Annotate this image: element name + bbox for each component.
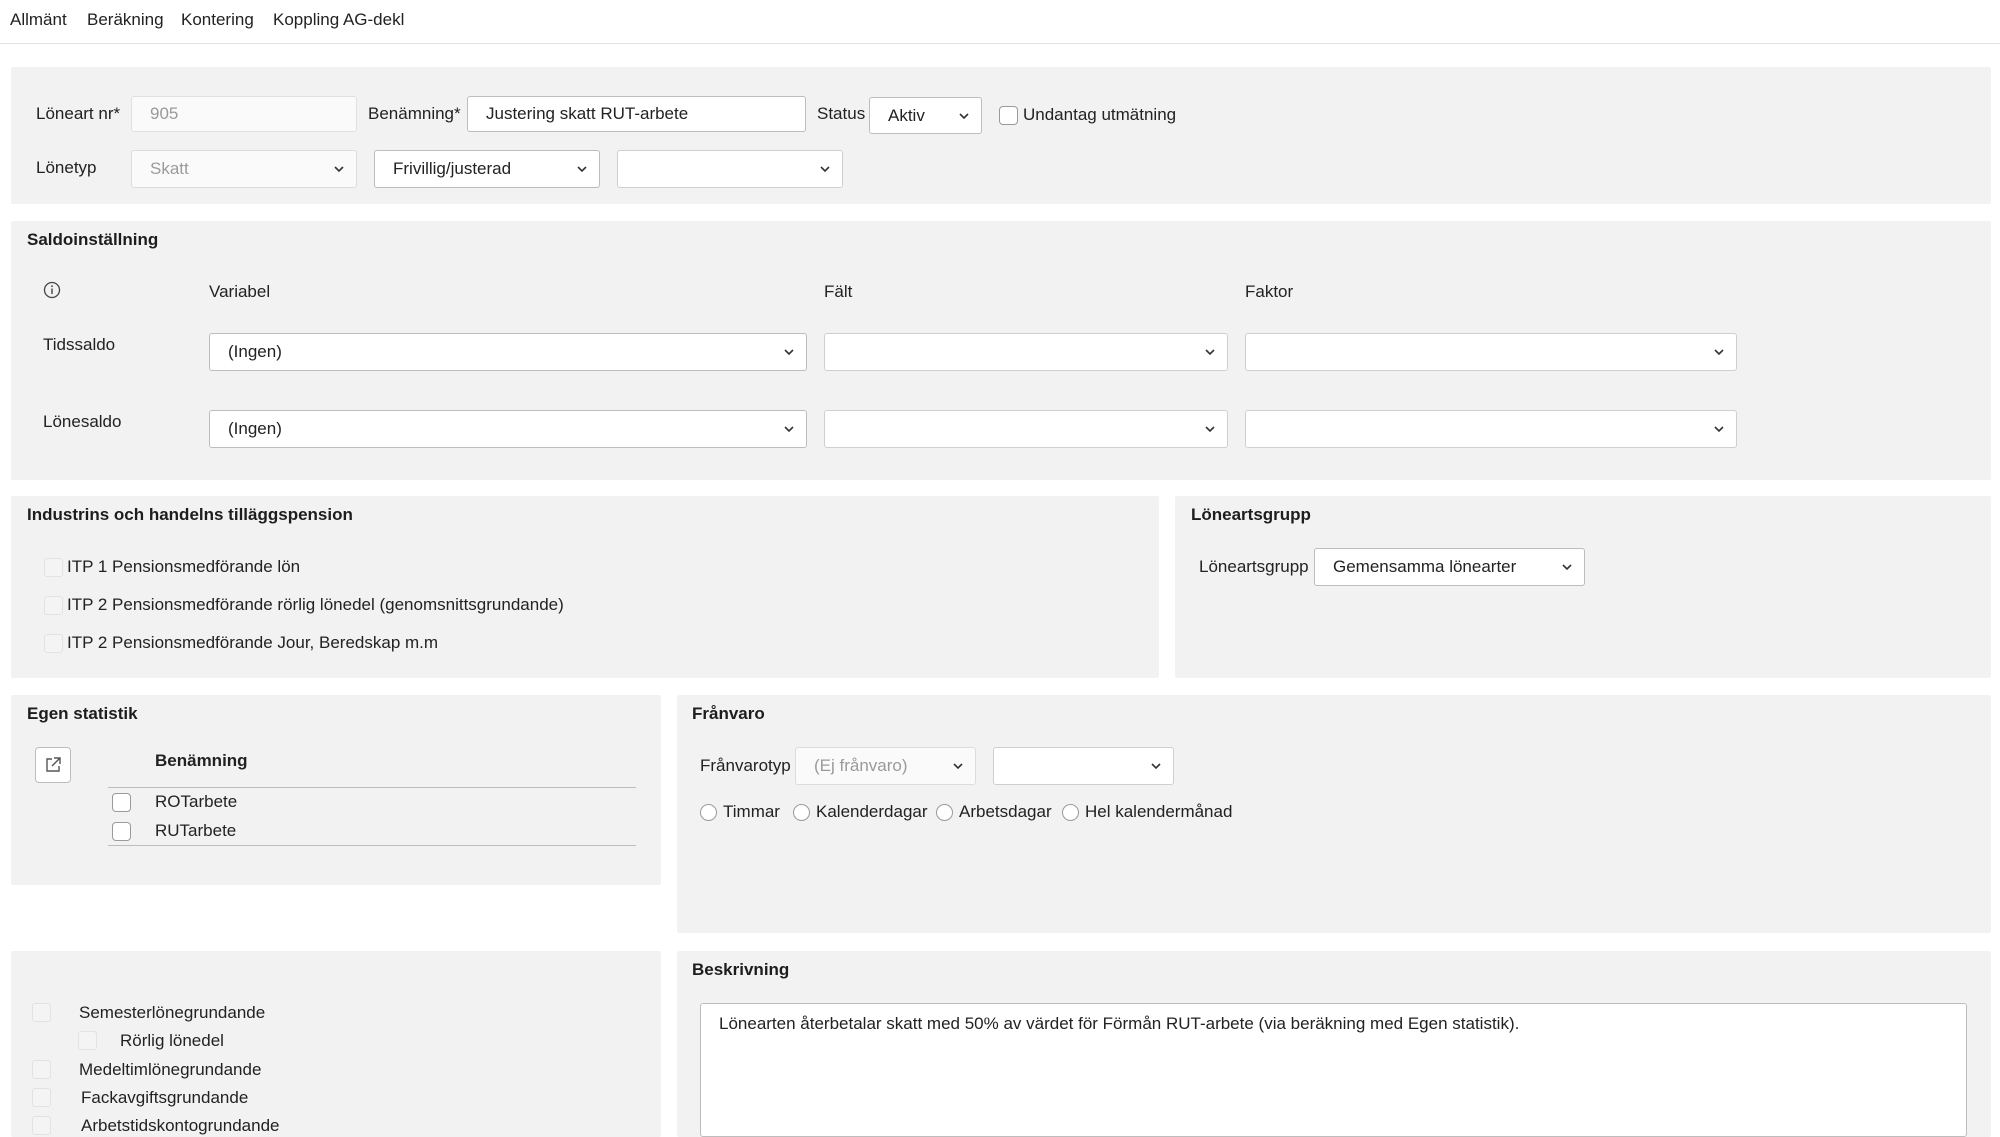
itp2-jour-label: ITP 2 Pensionsmedförande Jour, Beredskap… — [67, 633, 439, 652]
chevron-down-icon — [784, 349, 794, 356]
status-label: Status — [817, 104, 866, 123]
arbetstidskontogrundande-checkbox[interactable] — [32, 1116, 51, 1135]
lonetyp-value: Skatt — [150, 159, 189, 178]
chevron-down-icon — [1714, 426, 1724, 433]
beskrivning-textarea[interactable]: Lönearten återbetalar skatt med 50% av v… — [700, 1003, 1967, 1137]
kalenderdagar-radio[interactable] — [793, 804, 810, 821]
tab-bar: Allmänt Beräkning Kontering Koppling AG-… — [0, 0, 2000, 44]
tidssaldo-falt-select[interactable] — [824, 333, 1228, 371]
rorlig-lonedel-checkbox[interactable] — [78, 1031, 97, 1050]
medeltimlonegrundande-label: Medeltimlönegrundande — [79, 1060, 262, 1079]
semesterlonegrundande-checkbox[interactable] — [32, 1003, 51, 1022]
egen-statistik-title: Egen statistik — [27, 704, 138, 723]
tab-berakning[interactable]: Beräkning — [87, 10, 164, 30]
rotarbete-checkbox[interactable] — [112, 793, 131, 812]
medeltimlonegrundande-checkbox[interactable] — [32, 1060, 51, 1079]
lonesaldo-label: Lönesaldo — [43, 412, 122, 431]
lonetyp-third-select[interactable] — [617, 150, 843, 188]
chevron-down-icon — [1205, 426, 1215, 433]
loneartsgrupp-select[interactable]: Gemensamma lönearter — [1314, 548, 1585, 586]
lonesaldo-falt-select[interactable] — [824, 410, 1228, 448]
hel-kalendermanad-radio[interactable] — [1062, 804, 1079, 821]
status-value: Aktiv — [888, 105, 925, 125]
col-variabel: Variabel — [209, 282, 271, 301]
col-faktor: Faktor — [1245, 282, 1294, 301]
lonesaldo-variabel-value: (Ingen) — [228, 419, 282, 438]
loneartsgrupp-value: Gemensamma lönearter — [1333, 557, 1517, 576]
hel-kalendermanad-label: Hel kalendermånad — [1085, 802, 1233, 821]
chevron-down-icon — [784, 426, 794, 433]
chevron-down-icon — [1714, 349, 1724, 356]
info-icon[interactable] — [43, 281, 61, 299]
chevron-down-icon — [953, 763, 963, 770]
col-falt: Fält — [824, 282, 853, 301]
lonesaldo-faktor-select[interactable] — [1245, 410, 1737, 448]
fackavgiftsgrundande-label: Fackavgiftsgrundande — [81, 1088, 249, 1107]
rutarbete-checkbox[interactable] — [112, 822, 131, 841]
chevron-down-icon — [1151, 763, 1161, 770]
semesterlonegrundande-label: Semesterlönegrundande — [79, 1003, 266, 1022]
rorlig-lonedel-label: Rörlig lönedel — [120, 1031, 224, 1050]
tidssaldo-faktor-select[interactable] — [1245, 333, 1737, 371]
undantag-utmatning-label: Undantag utmätning — [1023, 105, 1177, 124]
fackavgiftsgrundande-checkbox[interactable] — [32, 1088, 51, 1107]
loneartsgrupp-title: Löneartsgrupp — [1191, 505, 1311, 524]
col-benamning: Benämning — [155, 751, 248, 770]
chevron-down-icon — [577, 166, 587, 173]
rutarbete-label: RUTarbete — [155, 821, 237, 840]
tidssaldo-variabel-value: (Ingen) — [228, 342, 282, 361]
chevron-down-icon — [1562, 564, 1572, 571]
franvarotyp-second-select[interactable] — [993, 747, 1174, 785]
lonetyp-sub-select[interactable]: Frivillig/justerad — [374, 150, 600, 188]
lonetyp-select[interactable]: Skatt — [131, 150, 357, 188]
undantag-utmatning-checkbox[interactable] — [999, 106, 1018, 125]
statistik-footer-rule — [108, 845, 636, 846]
chevron-down-icon — [959, 112, 969, 119]
kalenderdagar-label: Kalenderdagar — [816, 802, 928, 821]
tidssaldo-variabel-select[interactable]: (Ingen) — [209, 333, 807, 371]
tab-allmant[interactable]: Allmänt — [10, 10, 67, 30]
benamning-input[interactable]: Justering skatt RUT-arbete — [467, 96, 806, 132]
itp2-jour-checkbox[interactable] — [44, 634, 63, 653]
itp2-rorlig-label: ITP 2 Pensionsmedförande rörlig lönedel … — [67, 595, 564, 614]
chevron-down-icon — [1205, 349, 1215, 356]
pension-title: Industrins och handelns tilläggspension — [27, 505, 353, 524]
loneart-nr-input[interactable]: 905 — [131, 96, 357, 132]
lonesaldo-variabel-select[interactable]: (Ingen) — [209, 410, 807, 448]
saldo-title: Saldoinställning — [27, 230, 159, 249]
loneartsgrupp-label: Löneartsgrupp — [1199, 557, 1309, 576]
rotarbete-label: ROTarbete — [155, 792, 238, 811]
beskrivning-title: Beskrivning — [692, 960, 790, 979]
timmar-label: Timmar — [723, 802, 780, 821]
franvaro-title: Frånvaro — [692, 704, 765, 723]
tidssaldo-label: Tidssaldo — [43, 335, 116, 354]
itp1-label: ITP 1 Pensionsmedförande lön — [67, 557, 301, 576]
loneart-nr-label: Löneart nr* — [36, 104, 121, 123]
status-select[interactable]: Aktiv — [869, 97, 982, 134]
tab-koppling-ag-dekl[interactable]: Koppling AG-dekl — [273, 10, 404, 30]
external-link-icon — [46, 757, 61, 772]
arbetstidskontogrundande-label: Arbetstidskontogrundande — [81, 1116, 280, 1135]
chevron-down-icon — [820, 166, 830, 173]
statistik-header-rule — [108, 787, 636, 788]
arbetsdagar-label: Arbetsdagar — [959, 802, 1052, 821]
tab-kontering[interactable]: Kontering — [181, 10, 254, 30]
timmar-radio[interactable] — [700, 804, 717, 821]
itp1-checkbox[interactable] — [44, 558, 63, 577]
lonetyp-sub-value: Frivillig/justerad — [393, 159, 512, 178]
grundande-panel — [11, 951, 661, 1137]
open-external-button[interactable] — [35, 747, 71, 783]
itp2-rorlig-checkbox[interactable] — [44, 596, 63, 615]
franvarotyp-select[interactable]: (Ej frånvaro) — [795, 747, 976, 785]
franvarotyp-value: (Ej frånvaro) — [814, 756, 908, 775]
benamning-label: Benämning* — [368, 104, 461, 123]
chevron-down-icon — [334, 166, 344, 173]
lonetyp-label: Lönetyp — [36, 158, 97, 177]
arbetsdagar-radio[interactable] — [936, 804, 953, 821]
franvarotyp-label: Frånvarotyp — [700, 756, 791, 775]
